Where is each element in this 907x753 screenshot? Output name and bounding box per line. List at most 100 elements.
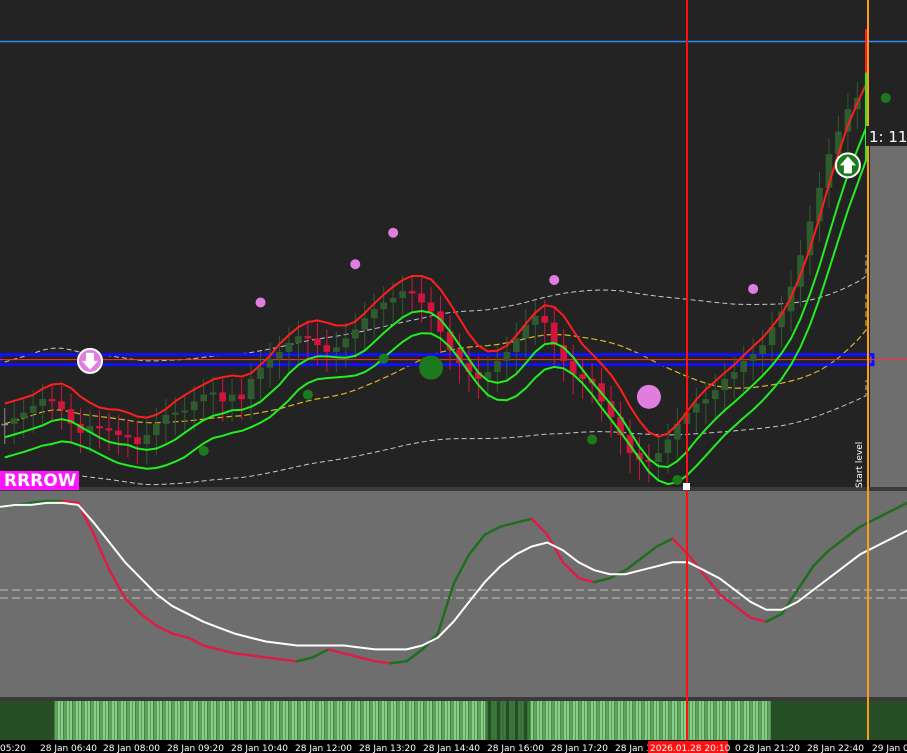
histogram-bar (132, 701, 136, 740)
histogram-bar (677, 701, 681, 740)
histogram-bar (731, 701, 735, 740)
candle-body (361, 318, 369, 330)
histogram-bar (539, 701, 543, 740)
histogram-bar (887, 701, 891, 740)
sell-signal-dot (636, 384, 661, 409)
candle-body (579, 374, 586, 379)
histogram-bar (824, 701, 828, 740)
histogram-bar (33, 701, 36, 740)
histogram-bar (204, 701, 208, 740)
candle-body (105, 428, 113, 431)
red-line-handle[interactable] (683, 483, 690, 490)
histogram-bar (54, 701, 58, 740)
histogram-bar (857, 701, 861, 740)
histogram-bar (725, 701, 729, 740)
candle-body (124, 435, 132, 438)
histogram-bar (282, 701, 286, 740)
candle-body (295, 336, 302, 343)
candle-body (380, 302, 387, 310)
time-axis-label: 28 Jan 12:00 (295, 744, 352, 753)
histogram-bar (159, 701, 163, 740)
candle-body (209, 392, 217, 395)
candle-body (257, 367, 264, 379)
histogram-bar (764, 701, 768, 740)
histogram-bar (87, 701, 91, 740)
oscillator-panel[interactable] (0, 491, 907, 697)
histogram-bar (665, 701, 669, 740)
histogram-bar (48, 701, 51, 740)
histogram-bar (593, 701, 597, 740)
buy-signal-dot (302, 389, 313, 400)
chart-canvas[interactable]: RRROW 1: 115 Start level 05:20 28 Jan 06:… (0, 0, 907, 753)
histogram-bar (195, 701, 199, 740)
histogram-bar (39, 701, 42, 740)
histogram-bar (605, 701, 609, 740)
histogram-bar (189, 701, 193, 740)
histogram-bar (141, 701, 145, 740)
candle-body (550, 322, 558, 346)
histogram-bar (177, 701, 181, 740)
candle-body (740, 360, 747, 373)
main-price-panel[interactable] (0, 0, 868, 488)
histogram-bar (602, 701, 606, 740)
histogram-bar (893, 701, 897, 740)
histogram-bar (749, 701, 753, 740)
histogram-bar (426, 701, 430, 740)
histogram-bar (674, 701, 678, 740)
sell-signal-dot (549, 274, 560, 285)
histogram-bar (297, 701, 301, 740)
histogram-bar (180, 701, 184, 740)
histogram-bar (93, 701, 97, 740)
buy-signal-dot (198, 445, 209, 456)
candle-body (314, 338, 321, 346)
histogram-bar (635, 701, 639, 740)
histogram-bar (653, 701, 657, 740)
histogram-bar (647, 701, 651, 740)
histogram-bar (617, 701, 621, 740)
histogram-bar (656, 701, 660, 740)
panel-divider-2[interactable] (0, 697, 907, 701)
histogram-bar (315, 701, 319, 740)
histogram-bar (318, 701, 322, 740)
histogram-bar (590, 701, 594, 740)
histogram-bar (291, 701, 295, 740)
histogram-bar (387, 701, 391, 740)
histogram-bar (153, 701, 157, 740)
histogram-bar (599, 701, 603, 740)
time-axis-label: 28 Jan 17:20 (551, 744, 608, 753)
histogram-bar (860, 701, 864, 740)
histogram-bar (447, 701, 451, 740)
sell-signal-dot (350, 259, 361, 270)
candle-body (494, 360, 501, 373)
histogram-bar (494, 701, 497, 740)
histogram-bar (545, 701, 549, 740)
histogram-bar (156, 701, 160, 740)
histogram-bar (138, 701, 142, 740)
histogram-bar (411, 701, 415, 740)
histogram-bar (69, 701, 73, 740)
histogram-bar (201, 701, 205, 740)
arrow-label-text: RRROW (4, 471, 77, 491)
candle-body (20, 412, 27, 419)
histogram-bar (782, 701, 786, 740)
candle-body (162, 414, 170, 424)
histogram-bar (81, 701, 85, 740)
histogram-bar (42, 701, 45, 740)
histogram-bar (737, 701, 741, 740)
histogram-bar (96, 701, 100, 740)
histogram-bar (854, 701, 858, 740)
histogram-bar (812, 701, 816, 740)
histogram-bar (671, 701, 675, 740)
buy-signal-dot (672, 475, 683, 485)
histogram-bar (800, 701, 804, 740)
histogram-bar (75, 701, 79, 740)
histogram-bar (845, 701, 849, 740)
histogram-bar (267, 701, 271, 740)
histogram-bar (500, 701, 503, 740)
histogram-bar (117, 701, 121, 740)
candle-body (304, 336, 312, 339)
panel-divider-1[interactable] (0, 487, 907, 491)
candle-body (702, 399, 710, 404)
histogram-bar (441, 701, 445, 740)
histogram-bar (839, 701, 843, 740)
